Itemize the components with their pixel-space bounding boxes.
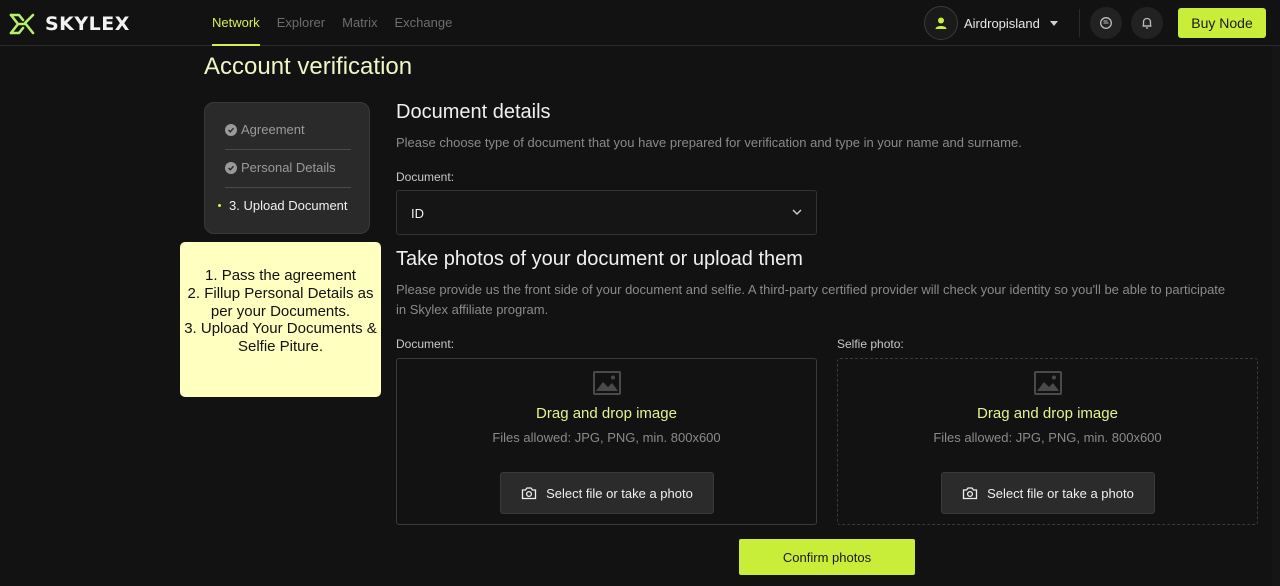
- notifications-button[interactable]: [1131, 7, 1163, 39]
- user-menu[interactable]: Airdropisland: [924, 6, 1058, 40]
- step-label: Personal Details: [241, 160, 336, 175]
- verification-steps: Agreement Personal Details 3. Upload Doc…: [204, 102, 370, 234]
- nav-exchange[interactable]: Exchange: [395, 0, 453, 46]
- image-icon: [593, 371, 621, 395]
- chevron-down-icon[interactable]: [1049, 20, 1058, 26]
- chevron-down-icon: [792, 209, 802, 215]
- step-divider: [225, 149, 351, 150]
- dropzone-subtitle: Files allowed: JPG, PNG, min. 800x600: [933, 430, 1162, 445]
- step-label: 3. Upload Document: [229, 198, 348, 213]
- note-text: 1. Pass the agreement 2. Fillup Personal…: [184, 267, 377, 356]
- main-nav: Network Explorer Matrix Exchange: [212, 0, 469, 46]
- selfie-photo-label: Selfie photo:: [837, 337, 904, 351]
- current-step-dot-icon: [218, 204, 221, 207]
- dropzone-title: Drag and drop image: [536, 405, 677, 422]
- page-scrollbar[interactable]: [1272, 46, 1280, 586]
- page-title: Account verification: [204, 53, 413, 80]
- top-header: SKYLEX Network Explorer Matrix Exchange …: [0, 0, 1280, 46]
- document-photo-label: Document:: [396, 337, 455, 351]
- buy-node-button[interactable]: Buy Node: [1178, 8, 1266, 38]
- header-divider: [1079, 9, 1080, 37]
- step-upload-document[interactable]: 3. Upload Document: [218, 198, 351, 213]
- instruction-note: 1. Pass the agreement 2. Fillup Personal…: [180, 242, 381, 397]
- nav-matrix[interactable]: Matrix: [342, 0, 377, 46]
- select-document-file-button[interactable]: Select file or take a photo: [500, 472, 714, 514]
- camera-icon: [521, 487, 537, 500]
- camera-icon: [962, 487, 978, 500]
- skylex-logo-icon: [9, 13, 35, 35]
- document-type-select[interactable]: ID: [396, 190, 817, 235]
- dropzone-subtitle: Files allowed: JPG, PNG, min. 800x600: [492, 430, 721, 445]
- photos-description: Please provide us the front side of your…: [396, 282, 1226, 317]
- step-label: Agreement: [241, 122, 305, 137]
- nav-network[interactable]: Network: [212, 0, 260, 46]
- image-icon: [1034, 371, 1062, 395]
- document-details-description: Please choose type of document that you …: [396, 135, 1022, 150]
- step-divider: [225, 187, 351, 188]
- nav-explorer[interactable]: Explorer: [277, 0, 325, 46]
- step-agreement[interactable]: Agreement: [225, 122, 351, 137]
- dropzone-title: Drag and drop image: [977, 405, 1118, 422]
- photos-title: Take photos of your document or upload t…: [396, 248, 803, 270]
- user-icon: [935, 17, 947, 29]
- select-selfie-file-button[interactable]: Select file or take a photo: [941, 472, 1155, 514]
- bell-icon: [1142, 17, 1152, 29]
- document-dropzone[interactable]: Drag and drop image Files allowed: JPG, …: [396, 358, 817, 525]
- confirm-photos-button[interactable]: Confirm photos: [739, 539, 915, 575]
- document-type-label: Document:: [396, 170, 455, 184]
- check-circle-icon: [225, 123, 237, 136]
- step-personal-details[interactable]: Personal Details: [225, 160, 351, 175]
- document-type-value: ID: [411, 206, 424, 221]
- chat-button[interactable]: [1090, 7, 1122, 39]
- brand-name: SKYLEX: [45, 13, 130, 35]
- document-details-title: Document details: [396, 101, 551, 123]
- check-circle-icon: [225, 161, 237, 174]
- chat-icon: [1100, 17, 1112, 29]
- avatar[interactable]: [924, 6, 958, 40]
- select-file-label: Select file or take a photo: [546, 485, 693, 501]
- brand-logo[interactable]: SKYLEX: [6, 8, 130, 40]
- select-file-label: Select file or take a photo: [987, 485, 1134, 501]
- selfie-dropzone[interactable]: Drag and drop image Files allowed: JPG, …: [837, 358, 1258, 525]
- username: Airdropisland: [964, 15, 1040, 31]
